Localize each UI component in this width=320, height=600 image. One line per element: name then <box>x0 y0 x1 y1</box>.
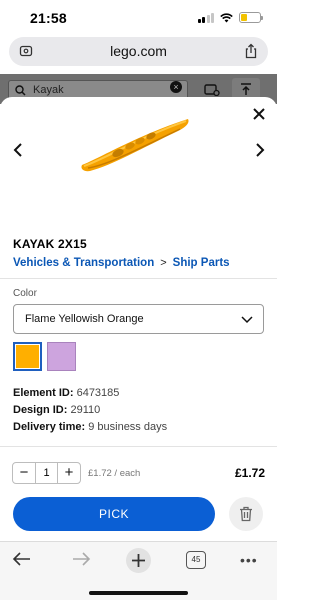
divider <box>0 446 277 447</box>
signal-icon <box>197 12 214 23</box>
quantity-stepper: − 1 + <box>12 462 81 484</box>
pick-button[interactable]: PICK <box>13 497 215 531</box>
design-id-value: 29110 <box>70 404 101 416</box>
forward-icon[interactable] <box>71 551 91 567</box>
plus-icon <box>132 554 145 567</box>
share-icon[interactable] <box>244 43 258 59</box>
basket-icon <box>204 84 220 96</box>
element-id-row: Element ID: 6473185 <box>13 387 119 399</box>
increment-button[interactable]: + <box>58 463 80 483</box>
status-icons <box>197 12 263 23</box>
background-search-text: Kayak <box>33 84 64 96</box>
back-icon[interactable] <box>12 551 32 567</box>
address-bar[interactable]: lego.com <box>9 37 268 66</box>
breadcrumb: Vehicles & Transportation > Ship Parts <box>13 257 230 269</box>
swatch-lavender[interactable] <box>47 342 76 371</box>
breadcrumb-ship-parts[interactable]: Ship Parts <box>173 257 230 269</box>
browser-toolbar: 45 ••• <box>0 541 277 600</box>
delivery-time-row: Delivery time: 9 business days <box>13 421 167 433</box>
delivery-time-value: 9 business days <box>88 421 168 433</box>
status-time: 21:58 <box>30 10 67 26</box>
product-image <box>81 119 189 172</box>
more-icon[interactable]: ••• <box>240 552 258 568</box>
product-modal: KAYAK 2X15 Vehicles & Transportation > S… <box>0 97 277 541</box>
url-text[interactable]: lego.com <box>9 43 268 59</box>
design-id-row: Design ID: 29110 <box>13 404 100 416</box>
delete-button[interactable] <box>229 497 263 531</box>
delivery-time-label: Delivery time: <box>13 421 86 433</box>
element-id-value: 6473185 <box>76 387 120 399</box>
battery-icon <box>239 12 263 23</box>
chevron-right-icon[interactable] <box>253 142 267 158</box>
quantity-value[interactable]: 1 <box>35 463 58 483</box>
color-label: Color <box>13 288 37 299</box>
unit-price: £1.72 / each <box>88 468 141 479</box>
total-price: £1.72 <box>234 466 265 480</box>
color-select[interactable]: Flame Yellowish Orange <box>13 304 264 334</box>
trash-icon <box>240 506 252 522</box>
breadcrumb-vehicles-transportation[interactable]: Vehicles & Transportation <box>13 257 154 269</box>
chevron-left-icon[interactable] <box>11 142 25 158</box>
status-bar: 21:58 <box>0 0 277 34</box>
close-icon[interactable] <box>250 105 268 123</box>
divider <box>0 278 277 279</box>
chevron-down-icon <box>241 316 253 324</box>
breadcrumb-separator: > <box>160 257 167 269</box>
color-select-value: Flame Yellowish Orange <box>25 313 144 325</box>
wifi-icon <box>220 12 233 22</box>
product-title: KAYAK 2X15 <box>13 237 87 251</box>
tabs-button[interactable]: 45 <box>186 551 206 569</box>
element-id-label: Element ID: <box>13 387 74 399</box>
search-icon <box>15 85 26 96</box>
swatch-flame-yellowish-orange[interactable] <box>13 342 42 371</box>
clear-search-icon: × <box>170 81 182 93</box>
new-tab-button[interactable] <box>126 548 151 573</box>
design-id-label: Design ID: <box>13 404 68 416</box>
home-indicator <box>89 591 188 595</box>
decrement-button[interactable]: − <box>13 463 35 483</box>
